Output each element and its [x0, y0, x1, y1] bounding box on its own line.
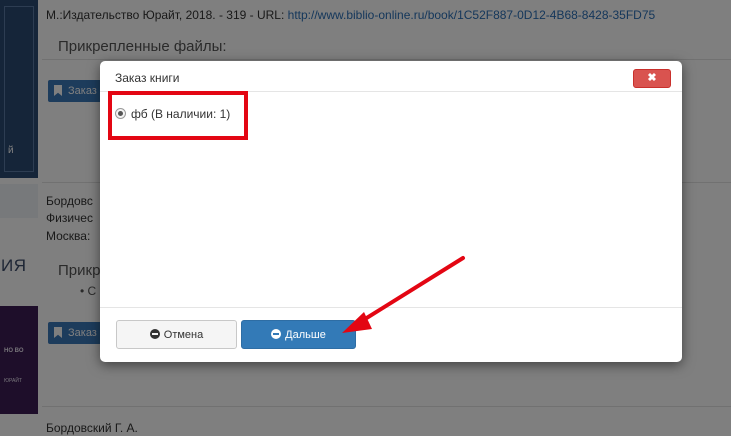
next-button-label: Дальше [285, 329, 326, 341]
close-icon: ✖ [647, 72, 657, 84]
next-button[interactable]: Дальше [241, 320, 356, 349]
cancel-button[interactable]: Отмена [116, 320, 237, 349]
modal-title: Заказ книги [115, 71, 180, 85]
close-button[interactable]: ✖ [633, 69, 671, 88]
modal-footer [100, 307, 682, 308]
modal-header: Заказ книги ✖ [100, 61, 682, 92]
minus-circle-icon [149, 329, 160, 339]
highlight-box [108, 91, 248, 140]
minus-circle-icon [271, 329, 282, 339]
order-book-modal: Заказ книги ✖ фб (В наличии: 1) Отмена Д… [100, 61, 682, 362]
cancel-button-label: Отмена [163, 329, 204, 341]
